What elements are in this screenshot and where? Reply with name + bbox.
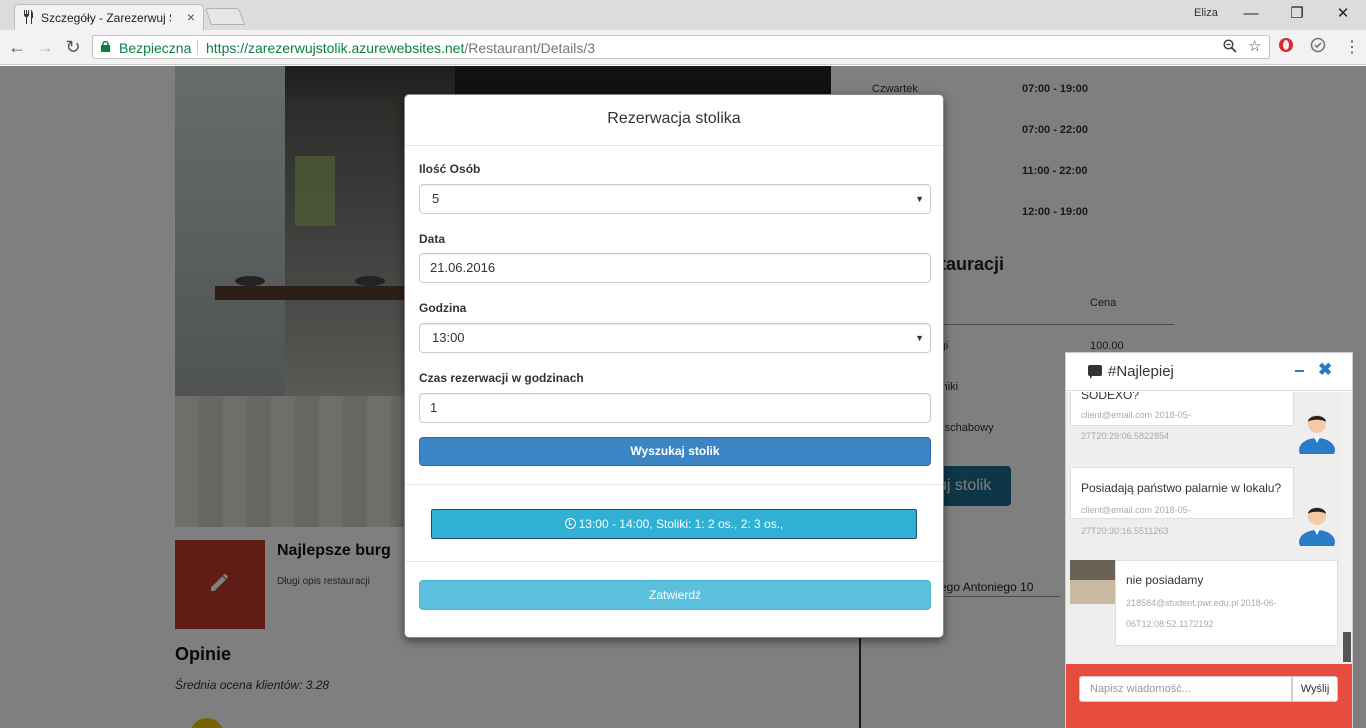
chat-widget: #Najlepiej − ✖ SODEXO? client@email.com …	[1065, 352, 1353, 728]
chat-footer: Napisz wiadomość... Wyślij	[1066, 664, 1352, 728]
chat-title: #Najlepiej	[1108, 363, 1174, 380]
user-avatar-icon	[1299, 507, 1335, 546]
browser-toolbar: ← → ↻ Bezpieczna https://zarezerwujstoli…	[0, 30, 1366, 65]
chat-header: #Najlepiej − ✖	[1066, 353, 1352, 391]
scroll-thumb[interactable]	[1343, 632, 1351, 662]
omnibox-separator	[197, 40, 198, 55]
tab-close-icon[interactable]: ×	[187, 9, 195, 25]
new-tab-button[interactable]	[204, 8, 246, 25]
secure-label: Bezpieczna	[119, 40, 192, 56]
back-arrow-icon[interactable]: ←	[5, 36, 29, 58]
people-value: 5	[432, 191, 440, 206]
date-input[interactable]: 21.06.2016	[419, 253, 931, 283]
time-slot-button[interactable]: 13:00 - 14:00, Stoliki: 1: 2 os., 2: 3 o…	[431, 509, 917, 539]
comment-icon	[1088, 365, 1102, 379]
chat-message: SODEXO? client@email.com 2018-05-27T20:2…	[1070, 392, 1294, 441]
chat-message: Posiadają państwo palarnie w lokalu? cli…	[1070, 467, 1294, 536]
opera-extension-icon[interactable]	[1278, 37, 1294, 59]
chat-close-button[interactable]: ✖	[1318, 360, 1332, 380]
hour-value: 13:00	[432, 330, 465, 345]
time-slot-text: 13:00 - 14:00, Stoliki: 1: 2 os., 2: 3 o…	[578, 517, 784, 531]
maximize-button[interactable]: ❐	[1274, 3, 1320, 25]
date-label: Data	[419, 232, 446, 246]
lock-icon	[101, 41, 110, 52]
chat-messages[interactable]: SODEXO? client@email.com 2018-05-27T20:2…	[1066, 392, 1342, 664]
forward-arrow-icon[interactable]: →	[33, 36, 57, 58]
profile-name[interactable]: Eliza	[1194, 7, 1218, 19]
chat-message: nie posiadamy 218584@student.pwr.edu.pl …	[1115, 560, 1338, 646]
chat-minimize-button[interactable]: −	[1294, 361, 1305, 382]
clock-icon	[564, 518, 576, 529]
browser-tabbar: Szczegóły - Zarezerwuj St × Eliza — ❐ ✕	[0, 0, 1366, 30]
message-meta: client@email.com 2018-05-27T20:29:06.582…	[1081, 410, 1191, 441]
user-avatar-icon	[1299, 415, 1335, 454]
search-table-button[interactable]: Wyszukaj stolik	[419, 437, 931, 466]
star-bookmark-icon[interactable]: ☆	[1248, 37, 1261, 55]
hour-select[interactable]: 13:00 ▼	[419, 323, 931, 353]
modal-header-divider	[405, 145, 943, 146]
people-select[interactable]: 5 ▼	[419, 184, 931, 214]
minimize-button[interactable]: —	[1228, 3, 1274, 25]
extension-icon[interactable]	[1310, 37, 1326, 59]
reload-icon[interactable]: ↻	[61, 36, 85, 58]
url-host: https://zarezerwujstolik.azurewebsites.n…	[206, 40, 465, 56]
message-text: SODEXO?	[1081, 392, 1140, 402]
message-meta: 218584@student.pwr.edu.pl 2018-06-06T12:…	[1126, 598, 1277, 629]
modal-divider	[405, 561, 943, 562]
url-text[interactable]: https://zarezerwujstolik.azurewebsites.n…	[206, 40, 595, 56]
address-bar[interactable]: Bezpieczna https://zarezerwujstolik.azur…	[92, 35, 1270, 59]
duration-label: Czas rezerwacji w godzinach	[419, 371, 584, 385]
tab-title: Szczegóły - Zarezerwuj St	[41, 11, 171, 25]
message-text: Posiadają państwo palarnie w lokalu?	[1081, 481, 1282, 495]
close-window-button[interactable]: ✕	[1320, 3, 1366, 25]
duration-input[interactable]: 1	[419, 393, 931, 423]
chat-send-button[interactable]: Wyślij	[1292, 676, 1338, 702]
chat-scrollbar[interactable]	[1342, 392, 1352, 664]
zoom-icon[interactable]	[1223, 39, 1237, 57]
message-meta: client@email.com 2018-05-27T20:30:16.551…	[1081, 505, 1191, 536]
dropdown-caret-icon: ▼	[915, 194, 924, 204]
kebab-menu-icon[interactable]: ⋮	[1344, 37, 1360, 59]
chat-message-input[interactable]: Napisz wiadomość...	[1079, 676, 1292, 702]
reservation-modal: Rezerwacja stolika Ilość Osób 5 ▼ Data 2…	[404, 94, 944, 638]
url-path: /Restaurant/Details/3	[464, 40, 596, 56]
modal-title: Rezerwacja stolika	[607, 110, 741, 127]
message-text: nie posiadamy	[1126, 573, 1204, 587]
fork-knife-icon	[23, 10, 33, 27]
confirm-button[interactable]: Zatwierdź	[419, 580, 931, 610]
people-label: Ilość Osób	[419, 162, 481, 176]
restaurant-avatar	[1070, 560, 1115, 604]
modal-divider	[405, 484, 943, 485]
hour-label: Godzina	[419, 301, 467, 315]
browser-tab[interactable]: Szczegóły - Zarezerwuj St ×	[14, 4, 204, 30]
dropdown-caret-icon: ▼	[915, 333, 924, 343]
